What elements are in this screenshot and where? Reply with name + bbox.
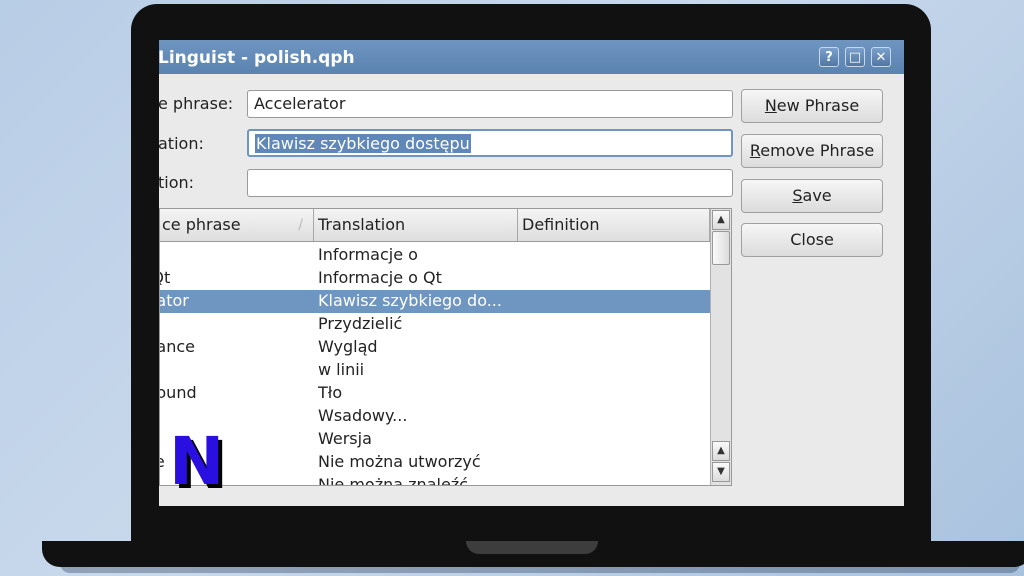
translation-label: ation: xyxy=(159,134,204,153)
scroll-up-icon[interactable]: ▲ xyxy=(712,210,730,230)
cell-translation: Informacje o Qt xyxy=(318,268,442,287)
remove-phrase-mnemonic: R xyxy=(749,141,761,160)
close-button[interactable]: Close xyxy=(741,223,883,257)
table-row[interactable]: h Wsadowy... xyxy=(160,405,710,428)
column-header-translation[interactable]: Translation xyxy=(314,209,518,241)
cell-translation: Nie można utworzyć xyxy=(318,452,481,471)
scroll-thumb[interactable] xyxy=(712,231,730,265)
table-row[interactable]: t Qt Informacje o Qt xyxy=(160,267,710,290)
column-header-source-label: ce phrase xyxy=(162,215,241,234)
cell-source: e xyxy=(160,360,310,379)
table-row[interactable]: erator Klawisz szybkiego do... xyxy=(160,290,710,313)
new-phrase-mnemonic: N xyxy=(764,96,777,115)
help-icon[interactable]: ? xyxy=(819,47,839,67)
table-row[interactable]: eNie można znaleźć xyxy=(160,474,710,486)
definition-label: tion: xyxy=(159,173,195,192)
cell-source: h xyxy=(160,406,310,425)
close-icon[interactable]: ✕ xyxy=(871,47,891,67)
table-row[interactable]: o eNie można utworzyć xyxy=(160,451,710,474)
save-button[interactable]: Save xyxy=(741,179,883,213)
laptop-notch xyxy=(466,541,598,554)
cell-source: arance xyxy=(160,337,195,356)
remove-phrase-label: emove Phrase xyxy=(760,141,875,160)
translation-field[interactable]: Klawisz szybkiego dostępu xyxy=(247,129,733,157)
linguist-window: Linguist - polish.qph ? □ ✕ e phrase: Ac… xyxy=(159,40,904,506)
source-phrase-field[interactable]: Accelerator xyxy=(247,90,733,118)
logo-letter: N xyxy=(169,432,224,492)
cell-source: t Qt xyxy=(160,268,171,287)
save-label: ave xyxy=(802,186,832,205)
cell-translation: Przydzielić xyxy=(318,314,403,333)
table-header: ce phrase / Translation Definition xyxy=(160,209,710,242)
table-row[interactable]: e w linii xyxy=(160,359,710,382)
maximize-icon[interactable]: □ xyxy=(845,47,865,67)
source-phrase-label: e phrase: xyxy=(159,94,234,113)
save-mnemonic: S xyxy=(792,186,803,205)
scroll-down-icon[interactable]: ▼ xyxy=(712,462,730,482)
cell-source: ground xyxy=(160,383,197,402)
window-titlebar[interactable]: Linguist - polish.qph ? □ ✕ xyxy=(159,40,904,74)
definition-field[interactable] xyxy=(247,169,733,197)
table-row[interactable]: arance Wygląd xyxy=(160,336,710,359)
channel-logo: N N xyxy=(169,432,227,492)
cell-source: erator xyxy=(160,291,189,310)
translation-value: Klawisz szybkiego dostępu xyxy=(255,134,471,153)
phrase-table[interactable]: ce phrase / Translation Definition t Info… xyxy=(159,208,732,486)
scroll-up-lower-icon[interactable]: ▲ xyxy=(712,441,730,461)
table-row[interactable]: t Informacje o xyxy=(160,244,710,267)
new-phrase-label: ew Phrase xyxy=(776,96,860,115)
table-row[interactable]: Wersja xyxy=(160,428,710,451)
cell-translation: Tło xyxy=(318,383,343,402)
remove-phrase-button[interactable]: Remove Phrase xyxy=(741,134,883,168)
column-header-source[interactable]: ce phrase / xyxy=(160,209,314,241)
cell-translation: Wygląd xyxy=(318,337,378,356)
cell-translation: w linii xyxy=(318,360,365,379)
sort-indicator-icon: / xyxy=(298,217,303,233)
cell-translation: Informacje o xyxy=(318,245,418,264)
cell-translation: Klawisz szybkiego do... xyxy=(318,291,502,310)
vertical-scrollbar[interactable]: ▲ ▲ ▼ xyxy=(710,209,731,485)
table-row[interactable]: Przydzielić xyxy=(160,313,710,336)
table-row[interactable]: ground Tło xyxy=(160,382,710,405)
cell-translation: Nie można znaleźć xyxy=(318,475,468,486)
column-header-definition[interactable]: Definition xyxy=(518,209,710,241)
new-phrase-button[interactable]: New Phrase xyxy=(741,89,883,123)
cell-source: t xyxy=(160,245,310,264)
cell-translation: Wsadowy... xyxy=(318,406,408,425)
window-title: Linguist - polish.qph xyxy=(159,48,355,68)
cell-translation: Wersja xyxy=(318,429,372,448)
source-phrase-value: Accelerator xyxy=(254,94,346,113)
